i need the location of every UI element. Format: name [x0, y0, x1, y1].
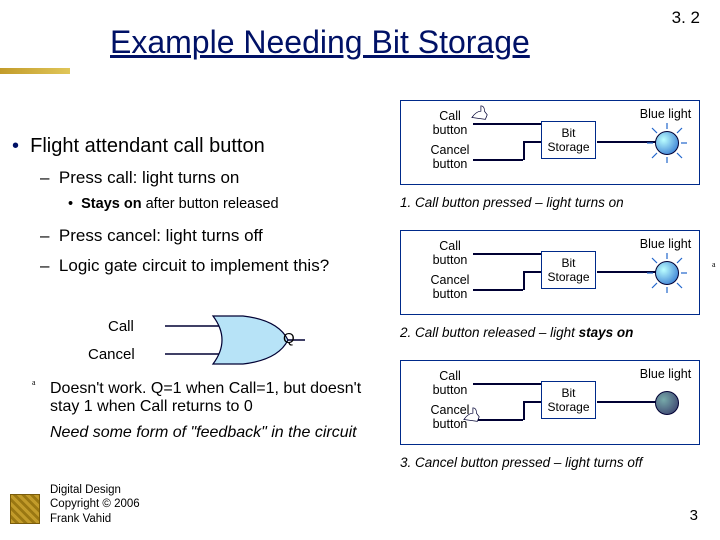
footer-text: Digital Design Copyright © 2006 Frank Va…	[50, 483, 140, 526]
annotation-a: a	[712, 260, 716, 269]
slide-title: Example Needing Bit Storage	[110, 24, 530, 61]
slide-number: 3	[690, 507, 698, 524]
footer-line3: Frank Vahid	[50, 512, 140, 526]
call-button-label: Call button	[425, 109, 475, 137]
failure-line2: Need some form of "feedback" in the circ…	[50, 424, 380, 442]
light-rays-icon	[645, 251, 689, 295]
annotation-a: a	[32, 378, 36, 387]
state-diagram-3: Call button Cancel button Bit Storage Bl…	[400, 360, 700, 445]
bullet2a-text: Press call: light turns on	[59, 168, 239, 187]
bit-storage-box: Bit Storage	[541, 251, 596, 289]
bullet2c-text: Logic gate circuit to implement this?	[59, 256, 329, 275]
wire	[523, 401, 525, 420]
bit-storage-box: Bit Storage	[541, 381, 596, 419]
caption-1: 1. Call button pressed – light turns on	[400, 195, 700, 210]
bullet-level2: – Press cancel: light turns off	[40, 226, 372, 246]
wire	[523, 401, 541, 403]
bullet-level3: • Stays on after button released	[68, 196, 372, 212]
blue-light-label: Blue light	[638, 237, 693, 251]
bullet1-text: Flight attendant call button	[30, 135, 265, 157]
state-diagram-2: Call button Cancel button Bit Storage Bl…	[400, 230, 700, 315]
call-button-label: Call button	[425, 369, 475, 397]
wire	[523, 141, 541, 143]
page-number-top: 3. 2	[672, 8, 700, 28]
bullet3a-bold: Stays on	[81, 196, 141, 212]
wire	[523, 141, 525, 160]
gate-input-cancel-label: Cancel	[88, 346, 135, 363]
wire	[473, 159, 523, 161]
footer-logo-icon	[10, 494, 40, 524]
wire	[523, 271, 541, 273]
wire	[473, 383, 541, 385]
blue-light-label: Blue light	[638, 107, 693, 121]
finger-press-icon	[469, 104, 491, 122]
wire	[473, 123, 541, 125]
failure-line1: Doesn't work. Q=1 when Call=1, but doesn…	[50, 380, 380, 416]
bullet-dot-icon: •	[12, 135, 30, 157]
bit-storage-box: Bit Storage	[541, 121, 596, 159]
wire	[597, 401, 659, 403]
light-rays-icon	[645, 121, 689, 165]
gate-input-call-label: Call	[108, 318, 134, 335]
bullet3a-rest: after button released	[142, 196, 279, 212]
wire	[473, 253, 541, 255]
footer-line1: Digital Design	[50, 483, 140, 497]
decorative-bar	[0, 68, 70, 74]
footer-line2: Copyright © 2006	[50, 497, 140, 511]
bullet-level2: – Logic gate circuit to implement this?	[40, 256, 372, 276]
wire	[473, 289, 523, 291]
light-off-icon	[655, 391, 679, 415]
failure-explanation: Doesn't work. Q=1 when Call=1, but doesn…	[50, 380, 380, 442]
bullet2b-text: Press cancel: light turns off	[59, 226, 263, 245]
caption-2-prefix: 2. Call button released – light	[400, 325, 579, 340]
caption-2-bold: stays on	[579, 325, 634, 340]
gate-output-q-label: Q	[283, 330, 295, 347]
bullet-level2: – Press call: light turns on	[40, 168, 372, 188]
or-gate-icon	[103, 312, 333, 368]
caption-3: 3. Cancel button pressed – light turns o…	[400, 455, 700, 470]
cancel-button-label: Cancel button	[425, 273, 475, 301]
wire	[523, 271, 525, 290]
state-diagram-1: Call button Cancel button Bit Storage Bl…	[400, 100, 700, 185]
finger-press-icon	[461, 406, 483, 424]
cancel-button-label: Cancel button	[425, 143, 475, 171]
or-gate-diagram: Call Cancel Q	[78, 312, 358, 368]
call-button-label: Call button	[425, 239, 475, 267]
caption-2: 2. Call button released – light stays on	[400, 325, 700, 340]
bullet-level1: • Flight attendant call button	[12, 135, 372, 158]
blue-light-label: Blue light	[638, 367, 693, 381]
bullet-list: • Flight attendant call button – Press c…	[12, 135, 372, 276]
